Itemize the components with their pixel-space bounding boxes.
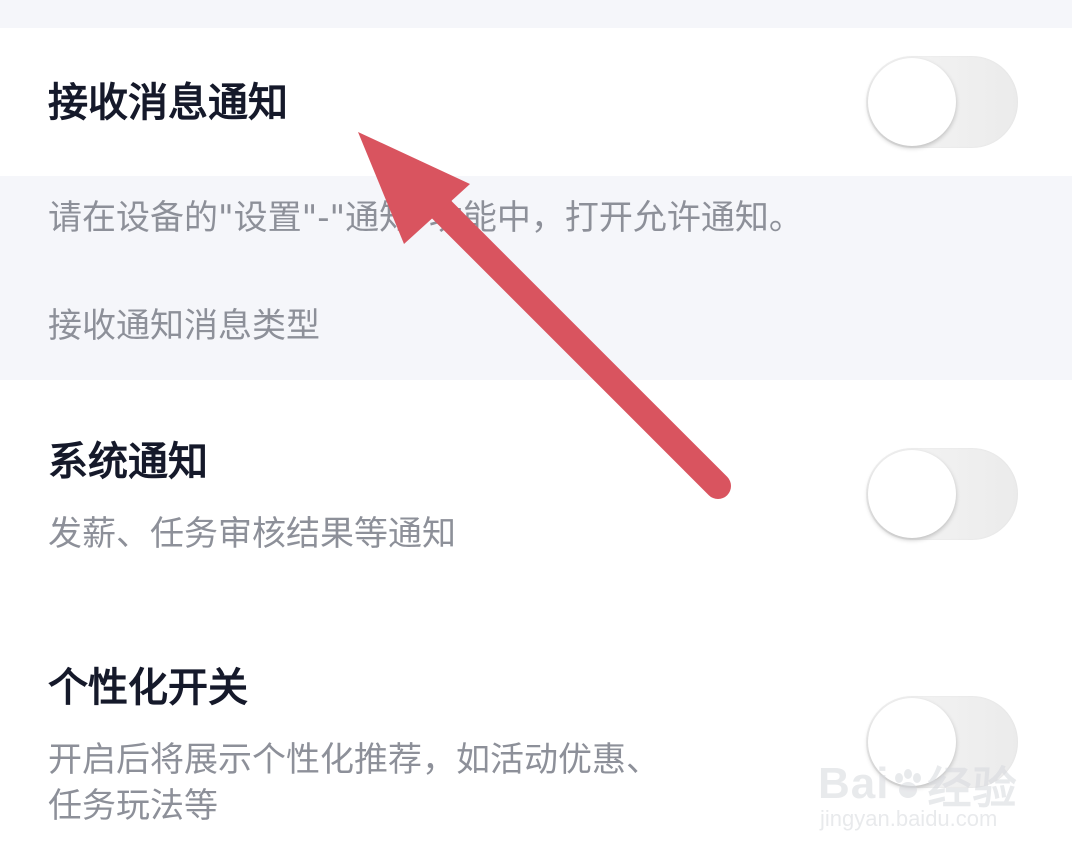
receive-notifications-row: 接收消息通知 [0,28,1072,176]
personalization-toggle[interactable] [866,696,1018,788]
device-settings-tip: 请在设备的"设置"-"通知"功能中，打开允许通知。 [48,198,803,238]
personalization-description-line1: 开启后将展示个性化推荐，如活动优惠、 [48,740,660,780]
toggle-knob [868,58,956,146]
toggle-knob [868,698,956,786]
toggle-knob [868,450,956,538]
system-notification-title: 系统通知 [48,439,208,485]
notification-types-header: 接收通知消息类型 [48,306,320,346]
system-notification-toggle[interactable] [866,448,1018,540]
personalization-title: 个性化开关 [48,665,248,711]
personalization-row: 个性化开关 开启后将展示个性化推荐，如活动优惠、 任务玩法等 [0,600,1072,852]
personalization-description-line2: 任务玩法等 [48,786,218,826]
notification-hint-section: 请在设备的"设置"-"通知"功能中，打开允许通知。 接收通知消息类型 [0,176,1072,380]
system-notification-description: 发薪、任务审核结果等通知 [48,514,456,554]
receive-notifications-toggle[interactable] [866,56,1018,148]
receive-notifications-title: 接收消息通知 [48,80,288,126]
top-spacer [0,0,1072,28]
system-notification-row: 系统通知 发薪、任务审核结果等通知 [0,380,1072,600]
